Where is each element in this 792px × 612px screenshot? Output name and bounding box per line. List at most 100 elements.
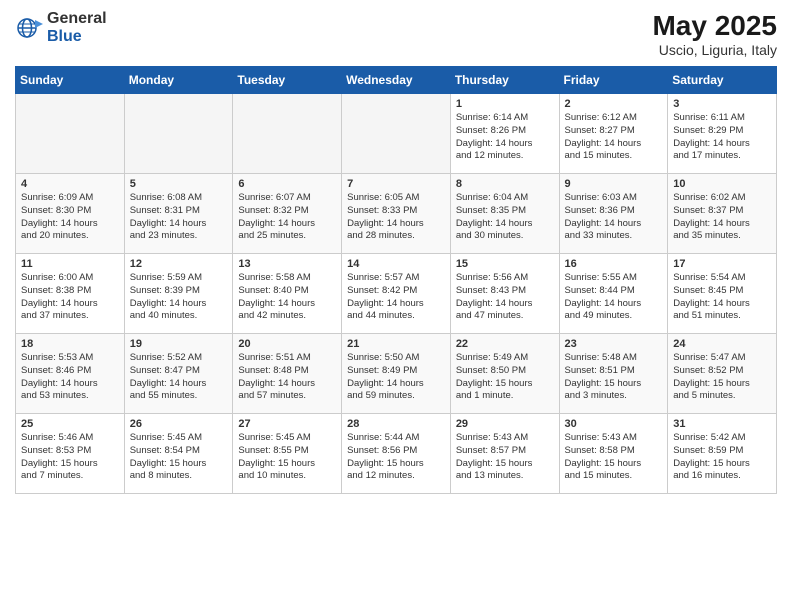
calendar-cell: 26Sunrise: 5:45 AMSunset: 8:54 PMDayligh… xyxy=(124,414,233,494)
calendar-cell: 7 Sunrise: 6:05 AMSunset: 8:33 PMDaylight… xyxy=(342,174,451,254)
day-number: 27 xyxy=(238,418,336,430)
cell-info: Sunrise: 5:58 AMSunset: 8:40 PMDaylight:… xyxy=(238,272,336,323)
day-number: 16 xyxy=(565,258,663,270)
day-number: 8 xyxy=(456,178,554,190)
cell-info: Sunrise: 6:11 AMSunset: 8:29 PMDaylight:… xyxy=(673,112,771,163)
day-number: 11 xyxy=(21,258,119,270)
cell-info: Sunrise: 5:45 AMSunset: 8:55 PMDaylight:… xyxy=(238,432,336,483)
calendar-cell: 1 Sunrise: 6:14 AMSunset: 8:26 PMDaylight… xyxy=(450,94,559,174)
cell-info: Sunrise: 5:45 AMSunset: 8:54 PMDaylight:… xyxy=(130,432,228,483)
calendar-cell: 5 Sunrise: 6:08 AMSunset: 8:31 PMDaylight… xyxy=(124,174,233,254)
calendar-cell: 11 Sunrise: 6:00 AMSunset: 8:38 PMDayligh… xyxy=(16,254,125,334)
day-number: 23 xyxy=(565,338,663,350)
day-number: 28 xyxy=(347,418,445,430)
cell-info: Sunrise: 6:09 AMSunset: 8:30 PMDaylight:… xyxy=(21,192,119,243)
day-number: 31 xyxy=(673,418,771,430)
day-number: 14 xyxy=(347,258,445,270)
cell-info: Sunrise: 5:50 AMSunset: 8:49 PMDaylight:… xyxy=(347,352,445,403)
logo-icon xyxy=(15,14,43,42)
cell-info: Sunrise: 5:42 AMSunset: 8:59 PMDaylight:… xyxy=(673,432,771,483)
day-number: 13 xyxy=(238,258,336,270)
calendar-week-row: 18Sunrise: 5:53 AMSunset: 8:46 PMDayligh… xyxy=(16,334,777,414)
month-year: May 2025 xyxy=(652,10,777,42)
cell-info: Sunrise: 5:43 AMSunset: 8:57 PMDaylight:… xyxy=(456,432,554,483)
cell-info: Sunrise: 5:59 AMSunset: 8:39 PMDaylight:… xyxy=(130,272,228,323)
day-number: 29 xyxy=(456,418,554,430)
day-number: 15 xyxy=(456,258,554,270)
day-number: 21 xyxy=(347,338,445,350)
logo-text: General Blue xyxy=(47,10,107,45)
day-number: 5 xyxy=(130,178,228,190)
calendar-cell xyxy=(124,94,233,174)
cell-info: Sunrise: 5:56 AMSunset: 8:43 PMDaylight:… xyxy=(456,272,554,323)
day-number: 17 xyxy=(673,258,771,270)
day-of-week-header: Sunday xyxy=(16,67,125,94)
day-number: 6 xyxy=(238,178,336,190)
cell-info: Sunrise: 5:46 AMSunset: 8:53 PMDaylight:… xyxy=(21,432,119,483)
cell-info: Sunrise: 6:02 AMSunset: 8:37 PMDaylight:… xyxy=(673,192,771,243)
cell-info: Sunrise: 5:53 AMSunset: 8:46 PMDaylight:… xyxy=(21,352,119,403)
cell-info: Sunrise: 6:08 AMSunset: 8:31 PMDaylight:… xyxy=(130,192,228,243)
cell-info: Sunrise: 6:00 AMSunset: 8:38 PMDaylight:… xyxy=(21,272,119,323)
calendar-cell: 4Sunrise: 6:09 AMSunset: 8:30 PMDaylight… xyxy=(16,174,125,254)
title-block: May 2025 Uscio, Liguria, Italy xyxy=(652,10,777,58)
calendar-cell: 2Sunrise: 6:12 AMSunset: 8:27 PMDaylight… xyxy=(559,94,668,174)
cell-info: Sunrise: 6:03 AMSunset: 8:36 PMDaylight:… xyxy=(565,192,663,243)
calendar-cell: 16Sunrise: 5:55 AMSunset: 8:44 PMDayligh… xyxy=(559,254,668,334)
day-number: 9 xyxy=(565,178,663,190)
day-number: 1 xyxy=(456,98,554,110)
cell-info: Sunrise: 5:48 AMSunset: 8:51 PMDaylight:… xyxy=(565,352,663,403)
cell-info: Sunrise: 5:54 AMSunset: 8:45 PMDaylight:… xyxy=(673,272,771,323)
logo-general: General xyxy=(47,10,107,27)
calendar-cell: 29 Sunrise: 5:43 AMSunset: 8:57 PMDayligh… xyxy=(450,414,559,494)
header: General Blue May 2025 Uscio, Liguria, It… xyxy=(15,10,777,58)
cell-info: Sunrise: 5:44 AMSunset: 8:56 PMDaylight:… xyxy=(347,432,445,483)
calendar-cell: 6Sunrise: 6:07 AMSunset: 8:32 PMDaylight… xyxy=(233,174,342,254)
cell-info: Sunrise: 6:14 AMSunset: 8:26 PMDaylight:… xyxy=(456,112,554,163)
day-number: 2 xyxy=(565,98,663,110)
calendar-cell: 3 Sunrise: 6:11 AMSunset: 8:29 PMDaylight… xyxy=(668,94,777,174)
calendar-week-row: 1 Sunrise: 6:14 AMSunset: 8:26 PMDaylight… xyxy=(16,94,777,174)
calendar-cell: 23 Sunrise: 5:48 AMSunset: 8:51 PMDayligh… xyxy=(559,334,668,414)
calendar-cell: 10 Sunrise: 6:02 AMSunset: 8:37 PMDayligh… xyxy=(668,174,777,254)
calendar-cell: 25 Sunrise: 5:46 AMSunset: 8:53 PMDayligh… xyxy=(16,414,125,494)
calendar-cell: 12 Sunrise: 5:59 AMSunset: 8:39 PMDayligh… xyxy=(124,254,233,334)
calendar-week-row: 4Sunrise: 6:09 AMSunset: 8:30 PMDaylight… xyxy=(16,174,777,254)
day-number: 3 xyxy=(673,98,771,110)
calendar-cell: 19 Sunrise: 5:52 AMSunset: 8:47 PMDayligh… xyxy=(124,334,233,414)
calendar-cell: 24Sunrise: 5:47 AMSunset: 8:52 PMDayligh… xyxy=(668,334,777,414)
calendar-cell: 22Sunrise: 5:49 AMSunset: 8:50 PMDayligh… xyxy=(450,334,559,414)
day-of-week-header: Monday xyxy=(124,67,233,94)
logo: General Blue xyxy=(15,10,107,45)
day-number: 10 xyxy=(673,178,771,190)
day-number: 7 xyxy=(347,178,445,190)
day-number: 24 xyxy=(673,338,771,350)
calendar-cell: 13 Sunrise: 5:58 AMSunset: 8:40 PMDayligh… xyxy=(233,254,342,334)
calendar-cell: 17 Sunrise: 5:54 AMSunset: 8:45 PMDayligh… xyxy=(668,254,777,334)
cell-info: Sunrise: 6:04 AMSunset: 8:35 PMDaylight:… xyxy=(456,192,554,243)
calendar-cell: 30Sunrise: 5:43 AMSunset: 8:58 PMDayligh… xyxy=(559,414,668,494)
day-number: 12 xyxy=(130,258,228,270)
calendar-week-row: 11 Sunrise: 6:00 AMSunset: 8:38 PMDayligh… xyxy=(16,254,777,334)
day-number: 30 xyxy=(565,418,663,430)
calendar-cell: 8 Sunrise: 6:04 AMSunset: 8:35 PMDaylight… xyxy=(450,174,559,254)
calendar-cell: 31 Sunrise: 5:42 AMSunset: 8:59 PMDayligh… xyxy=(668,414,777,494)
day-number: 25 xyxy=(21,418,119,430)
calendar-cell: 28 Sunrise: 5:44 AMSunset: 8:56 PMDayligh… xyxy=(342,414,451,494)
calendar-cell: 9 Sunrise: 6:03 AMSunset: 8:36 PMDaylight… xyxy=(559,174,668,254)
day-number: 19 xyxy=(130,338,228,350)
day-of-week-header: Tuesday xyxy=(233,67,342,94)
cell-info: Sunrise: 5:57 AMSunset: 8:42 PMDaylight:… xyxy=(347,272,445,323)
day-of-week-header: Saturday xyxy=(668,67,777,94)
calendar-cell xyxy=(233,94,342,174)
day-of-week-header: Wednesday xyxy=(342,67,451,94)
calendar-cell xyxy=(342,94,451,174)
logo-blue: Blue xyxy=(47,28,82,45)
calendar-cell: 14 Sunrise: 5:57 AMSunset: 8:42 PMDayligh… xyxy=(342,254,451,334)
day-of-week-header: Thursday xyxy=(450,67,559,94)
cell-info: Sunrise: 6:05 AMSunset: 8:33 PMDaylight:… xyxy=(347,192,445,243)
calendar-week-row: 25 Sunrise: 5:46 AMSunset: 8:53 PMDayligh… xyxy=(16,414,777,494)
calendar-cell: 27 Sunrise: 5:45 AMSunset: 8:55 PMDayligh… xyxy=(233,414,342,494)
cell-info: Sunrise: 5:51 AMSunset: 8:48 PMDaylight:… xyxy=(238,352,336,403)
cell-info: Sunrise: 5:52 AMSunset: 8:47 PMDaylight:… xyxy=(130,352,228,403)
